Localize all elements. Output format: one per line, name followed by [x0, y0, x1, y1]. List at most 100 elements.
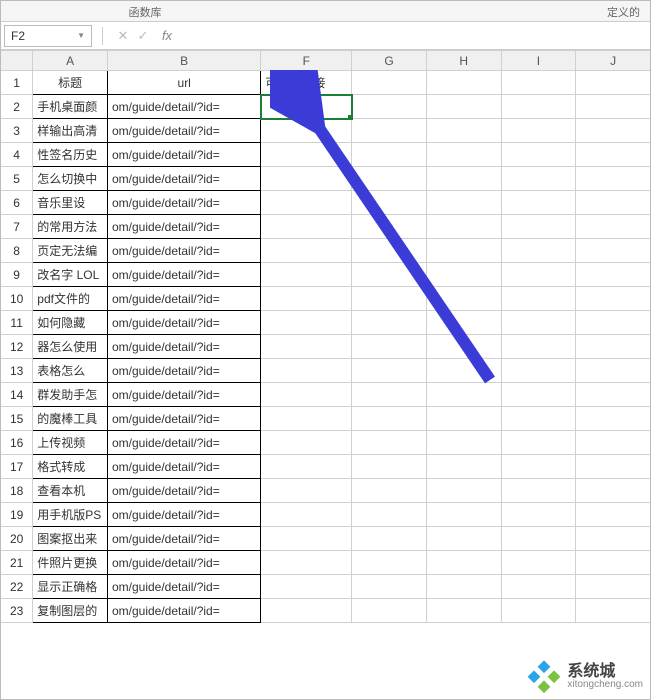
row-header[interactable]: 18	[1, 479, 33, 503]
cell-J10[interactable]	[576, 287, 651, 311]
row-header[interactable]: 1	[1, 71, 33, 95]
cell-F1[interactable]: 可点击链接	[261, 71, 352, 95]
cell-J18[interactable]	[576, 479, 651, 503]
cell-B5[interactable]: om/guide/detail/?id=	[107, 167, 260, 191]
row-header[interactable]: 6	[1, 191, 33, 215]
cell-B8[interactable]: om/guide/detail/?id=	[107, 239, 260, 263]
cell-A2[interactable]: 手机桌面颜	[33, 95, 108, 119]
confirm-icon[interactable]: ✓	[133, 28, 153, 44]
name-box[interactable]: F2 ▼	[4, 25, 92, 47]
cell-G10[interactable]	[352, 287, 427, 311]
cell-G6[interactable]	[352, 191, 427, 215]
cell-I10[interactable]	[501, 287, 576, 311]
cell-B11[interactable]: om/guide/detail/?id=	[107, 311, 260, 335]
cell-A7[interactable]: 的常用方法	[33, 215, 108, 239]
cell-J7[interactable]	[576, 215, 651, 239]
row-header[interactable]: 3	[1, 119, 33, 143]
cell-G8[interactable]	[352, 239, 427, 263]
cell-B2[interactable]: om/guide/detail/?id=	[107, 95, 260, 119]
cell-I23[interactable]	[501, 599, 576, 623]
cell-H11[interactable]	[426, 311, 501, 335]
cell-B4[interactable]: om/guide/detail/?id=	[107, 143, 260, 167]
cell-H4[interactable]	[426, 143, 501, 167]
cell-A22[interactable]: 显示正确格	[33, 575, 108, 599]
cell-I21[interactable]	[501, 551, 576, 575]
cell-H9[interactable]	[426, 263, 501, 287]
cell-G15[interactable]	[352, 407, 427, 431]
cell-J1[interactable]	[576, 71, 651, 95]
cell-G9[interactable]	[352, 263, 427, 287]
cell-A8[interactable]: 页定无法编	[33, 239, 108, 263]
select-all-corner[interactable]	[1, 51, 33, 71]
row-header[interactable]: 7	[1, 215, 33, 239]
cell-A15[interactable]: 的魔棒工具	[33, 407, 108, 431]
cell-I3[interactable]	[501, 119, 576, 143]
cell-B17[interactable]: om/guide/detail/?id=	[107, 455, 260, 479]
cell-I22[interactable]	[501, 575, 576, 599]
cell-F4[interactable]	[261, 143, 352, 167]
cell-J12[interactable]	[576, 335, 651, 359]
cell-I18[interactable]	[501, 479, 576, 503]
cell-F19[interactable]	[261, 503, 352, 527]
cell-F18[interactable]	[261, 479, 352, 503]
cell-F8[interactable]	[261, 239, 352, 263]
cell-B12[interactable]: om/guide/detail/?id=	[107, 335, 260, 359]
cell-A1[interactable]: 标题	[33, 71, 108, 95]
row-header[interactable]: 20	[1, 527, 33, 551]
cell-B20[interactable]: om/guide/detail/?id=	[107, 527, 260, 551]
cell-F14[interactable]	[261, 383, 352, 407]
cell-G16[interactable]	[352, 431, 427, 455]
cell-B15[interactable]: om/guide/detail/?id=	[107, 407, 260, 431]
cell-A18[interactable]: 查看本机	[33, 479, 108, 503]
cell-H13[interactable]	[426, 359, 501, 383]
col-header-A[interactable]: A	[33, 51, 108, 71]
cell-H3[interactable]	[426, 119, 501, 143]
cell-H6[interactable]	[426, 191, 501, 215]
cell-G21[interactable]	[352, 551, 427, 575]
row-header[interactable]: 10	[1, 287, 33, 311]
cell-G23[interactable]	[352, 599, 427, 623]
cell-F16[interactable]	[261, 431, 352, 455]
cell-F10[interactable]	[261, 287, 352, 311]
cell-G17[interactable]	[352, 455, 427, 479]
cell-B14[interactable]: om/guide/detail/?id=	[107, 383, 260, 407]
cell-F5[interactable]	[261, 167, 352, 191]
cell-G11[interactable]	[352, 311, 427, 335]
cell-F11[interactable]	[261, 311, 352, 335]
cell-H19[interactable]	[426, 503, 501, 527]
cell-F2[interactable]	[261, 95, 352, 119]
cell-J3[interactable]	[576, 119, 651, 143]
cell-A11[interactable]: 如何隐藏	[33, 311, 108, 335]
cell-A23[interactable]: 复制图层的	[33, 599, 108, 623]
cell-B18[interactable]: om/guide/detail/?id=	[107, 479, 260, 503]
name-box-dropdown-icon[interactable]: ▼	[77, 31, 85, 40]
cell-F23[interactable]	[261, 599, 352, 623]
cell-A12[interactable]: 器怎么使用	[33, 335, 108, 359]
cell-J11[interactable]	[576, 311, 651, 335]
cell-F3[interactable]	[261, 119, 352, 143]
cell-H14[interactable]	[426, 383, 501, 407]
cell-G2[interactable]	[352, 95, 427, 119]
formula-input[interactable]	[177, 25, 651, 47]
cell-A3[interactable]: 样输出高清	[33, 119, 108, 143]
cell-H2[interactable]	[426, 95, 501, 119]
cell-J4[interactable]	[576, 143, 651, 167]
cell-H21[interactable]	[426, 551, 501, 575]
cell-F22[interactable]	[261, 575, 352, 599]
row-header[interactable]: 21	[1, 551, 33, 575]
cell-A13[interactable]: 表格怎么	[33, 359, 108, 383]
row-header[interactable]: 13	[1, 359, 33, 383]
cell-G3[interactable]	[352, 119, 427, 143]
cell-F9[interactable]	[261, 263, 352, 287]
row-header[interactable]: 11	[1, 311, 33, 335]
cell-F21[interactable]	[261, 551, 352, 575]
cell-J22[interactable]	[576, 575, 651, 599]
cell-J23[interactable]	[576, 599, 651, 623]
row-header[interactable]: 12	[1, 335, 33, 359]
cell-G5[interactable]	[352, 167, 427, 191]
cell-B1[interactable]: url	[107, 71, 260, 95]
cell-I2[interactable]	[501, 95, 576, 119]
col-header-F[interactable]: F	[261, 51, 352, 71]
row-header[interactable]: 2	[1, 95, 33, 119]
row-header[interactable]: 17	[1, 455, 33, 479]
